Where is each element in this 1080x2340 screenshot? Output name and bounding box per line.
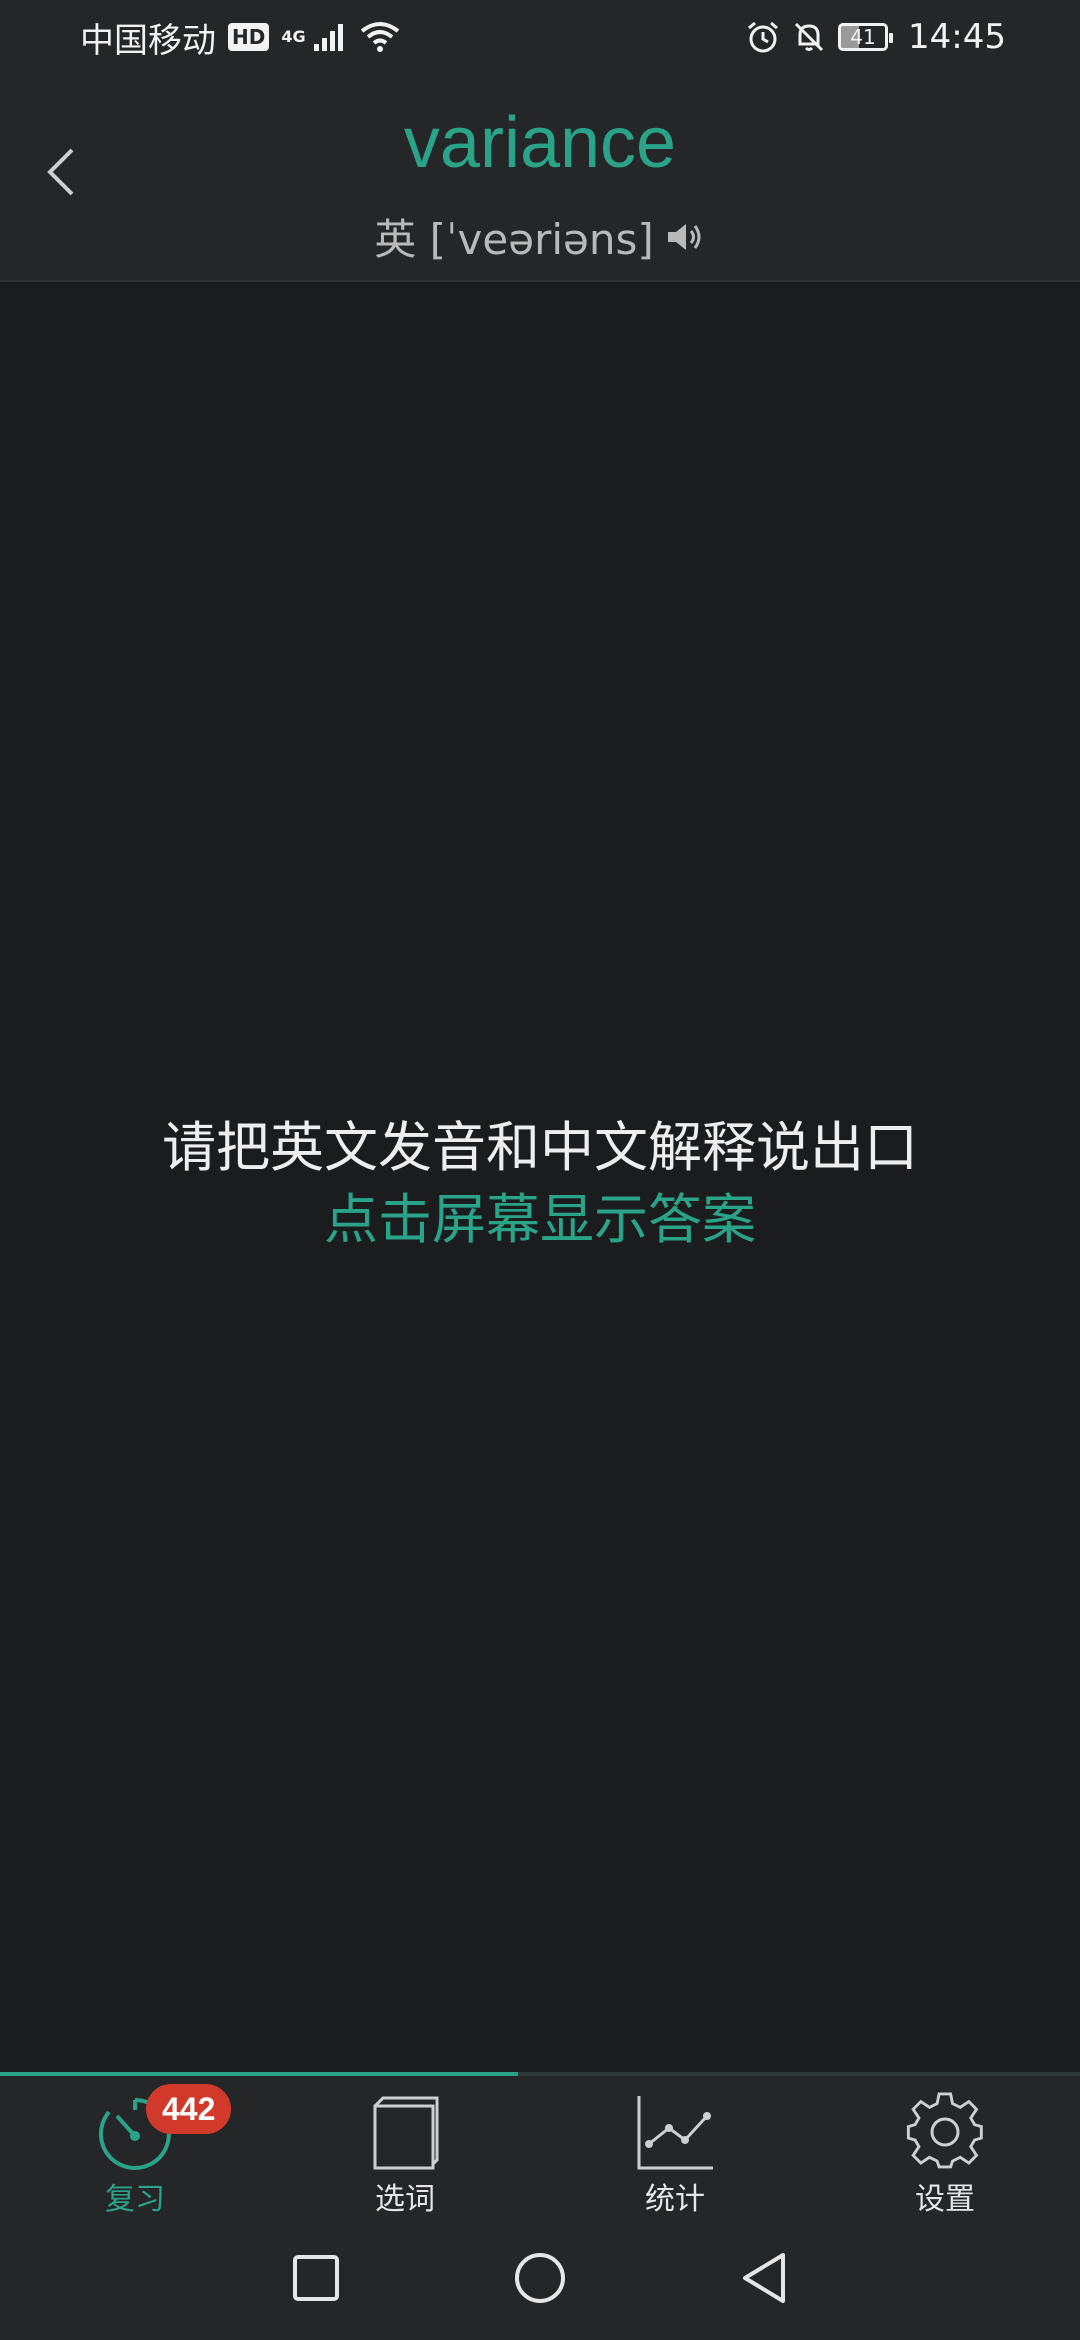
word-title: variance	[403, 103, 677, 183]
nav-item-settings[interactable]: 设置	[810, 2076, 1080, 2217]
triangle-back-icon	[743, 2253, 785, 2303]
status-left: 中国移动 HD 4G	[80, 13, 400, 62]
phonetic-row: 英 [ˈveəriəns]	[0, 206, 1080, 267]
carrier-name: 中国移动	[80, 20, 216, 61]
recent-apps-button[interactable]	[284, 2246, 348, 2310]
phonetic: 英 [ˈveəriəns]	[374, 215, 654, 264]
square-icon	[293, 2255, 339, 2301]
network-type: 4G	[281, 26, 306, 46]
speaker-icon[interactable]	[666, 219, 706, 255]
nav-label-stats: 统计	[645, 2182, 705, 2217]
signal-icon	[313, 24, 343, 51]
nav-label-select-words: 选词	[375, 2182, 435, 2217]
nav-label-settings: 设置	[915, 2182, 975, 2217]
book-icon	[363, 2092, 447, 2172]
prompt-text: 请把英文发音和中文解释说出口	[162, 1116, 918, 1179]
clock: 14:45	[908, 17, 1006, 57]
status-right: 41 14:45	[746, 17, 1006, 57]
tap-to-reveal[interactable]: 点击屏幕显示答案	[0, 1180, 1080, 1260]
review-count-badge: 442	[146, 2084, 232, 2134]
alarm-icon	[748, 21, 778, 53]
nav-item-select-words[interactable]: 选词	[270, 2076, 540, 2217]
battery-icon: 41	[838, 23, 894, 51]
screen: 中国移动 HD 4G 41 14:45 variance 英 [ˈveəriən…	[0, 0, 1080, 2340]
bell-off-icon	[794, 22, 824, 52]
circle-icon	[515, 2253, 565, 2303]
status-bar: 中国移动 HD 4G 41 14:45	[0, 0, 1080, 74]
line-chart-icon	[633, 2092, 717, 2172]
system-nav-bar	[0, 2216, 1080, 2340]
nav-label-review: 复习	[105, 2182, 165, 2217]
hd-icon: HD	[228, 23, 270, 51]
home-button[interactable]	[508, 2246, 572, 2310]
nav-item-review[interactable]: 复习 442	[0, 2076, 270, 2217]
word-header: variance 英 [ˈveəriəns]	[0, 74, 1080, 282]
bottom-nav: 复习 442 选词 统计 设置	[0, 2076, 1080, 2217]
nav-item-stats[interactable]: 统计	[540, 2076, 810, 2217]
gear-icon	[903, 2092, 987, 2172]
wifi-icon	[360, 22, 399, 52]
system-back-button[interactable]	[732, 2246, 796, 2310]
